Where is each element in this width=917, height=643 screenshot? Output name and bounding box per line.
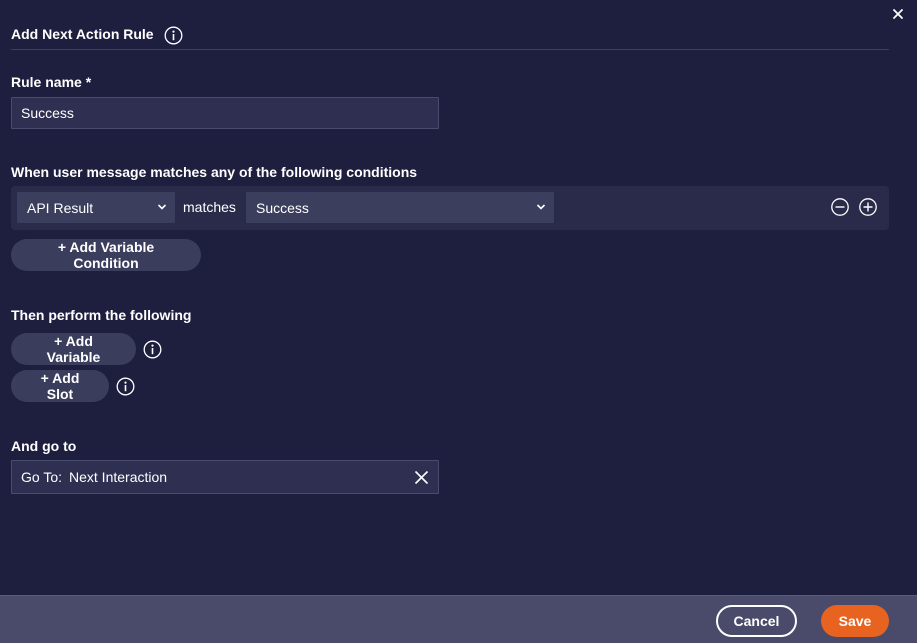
chevron-down-icon [536,203,546,211]
condition-row: API Result matches Success [11,186,889,230]
add-next-action-rule-dialog: Add Next Action Rule Rule name * When us… [0,0,917,643]
dialog-title: Add Next Action Rule [11,26,154,42]
condition-value: Success [256,199,309,216]
info-icon[interactable] [116,377,135,396]
add-variable-button[interactable]: + Add Variable [11,333,136,365]
condition-operator: matches [183,199,236,215]
remove-condition-icon[interactable] [830,197,850,217]
actions-label: Then perform the following [11,307,192,323]
clear-icon[interactable] [414,470,429,485]
condition-value-select[interactable]: Success [246,192,554,223]
rule-name-input[interactable] [11,97,439,129]
add-slot-button[interactable]: + Add Slot [11,370,109,402]
save-button[interactable]: Save [821,605,889,637]
condition-variable-select[interactable]: API Result [17,192,175,223]
cancel-button[interactable]: Cancel [716,605,797,637]
condition-variable-value: API Result [27,199,94,216]
add-condition-icon[interactable] [858,197,878,217]
info-icon[interactable] [143,340,162,359]
close-icon[interactable] [893,9,903,19]
info-icon[interactable] [164,26,183,45]
goto-value: Next Interaction [69,469,168,485]
close-button[interactable] [891,6,905,22]
goto-select[interactable]: Go To: Next Interaction [11,460,439,494]
dialog-header: Add Next Action Rule [11,24,889,50]
goto-prefix: Go To: [21,469,62,485]
conditions-label: When user message matches any of the fol… [11,164,418,180]
chevron-down-icon [157,203,167,211]
add-variable-condition-button[interactable]: + Add Variable Condition [11,239,201,271]
goto-label: And go to [11,438,77,454]
dialog-footer: Cancel Save [0,595,917,643]
rule-name-label: Rule name * [11,74,92,90]
